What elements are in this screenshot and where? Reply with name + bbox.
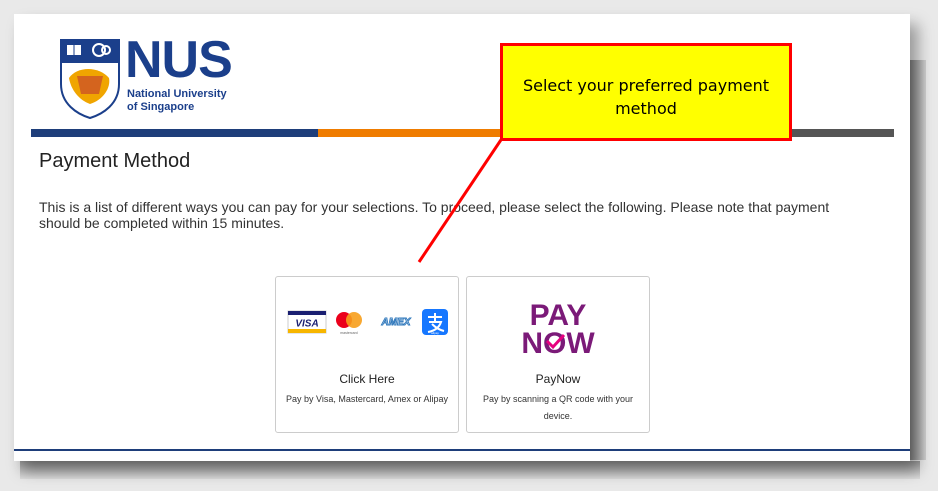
card-payment-card[interactable]: VISA mastercard AMEX alipay Click Here P… (275, 276, 459, 433)
nus-crest-icon (60, 39, 120, 120)
card-title: PayNow (535, 372, 581, 386)
card-description: Pay by scanning a QR code with your devi… (482, 394, 634, 421)
card-logos: VISA mastercard AMEX alipay (287, 309, 448, 335)
visa-logo-text: VISA (295, 319, 318, 330)
card-paynow[interactable]: PAY NOW PayNow Pay by scanning a QR code… (466, 276, 650, 433)
paynow-logo-icon: PAY NOW (521, 299, 595, 357)
alipay-icon: alipay (422, 309, 448, 335)
nus-logo[interactable]: NUS National University of Singapore (59, 34, 239, 126)
shadow-bottom (20, 461, 920, 479)
logo-subtitle: National University of Singapore (127, 88, 227, 114)
visa-icon: VISA (287, 310, 327, 334)
mastercard-icon: mastercard (336, 312, 362, 335)
card-title: Click Here (339, 372, 395, 386)
page-title: Payment Method (39, 150, 191, 172)
shadow-right (910, 60, 926, 460)
mastercard-logo-text: mastercard (340, 331, 358, 335)
stripe-blue (31, 129, 318, 137)
alipay-logo-text: alipay (431, 331, 439, 335)
logo-line2: of Singapore (127, 101, 195, 113)
card-description: Pay by Visa, Mastercard, Amex or Alipay (286, 394, 448, 404)
logo-wordmark: NUS (125, 31, 233, 89)
footer-line (14, 449, 910, 451)
intro-text: This is a list of different ways you can… (39, 199, 830, 231)
annotation-callout: Select your preferred payment method (500, 43, 792, 141)
amex-logo-text: AMEX (381, 317, 412, 328)
amex-icon: AMEX (379, 314, 413, 328)
logo-line1: National University (127, 88, 227, 100)
